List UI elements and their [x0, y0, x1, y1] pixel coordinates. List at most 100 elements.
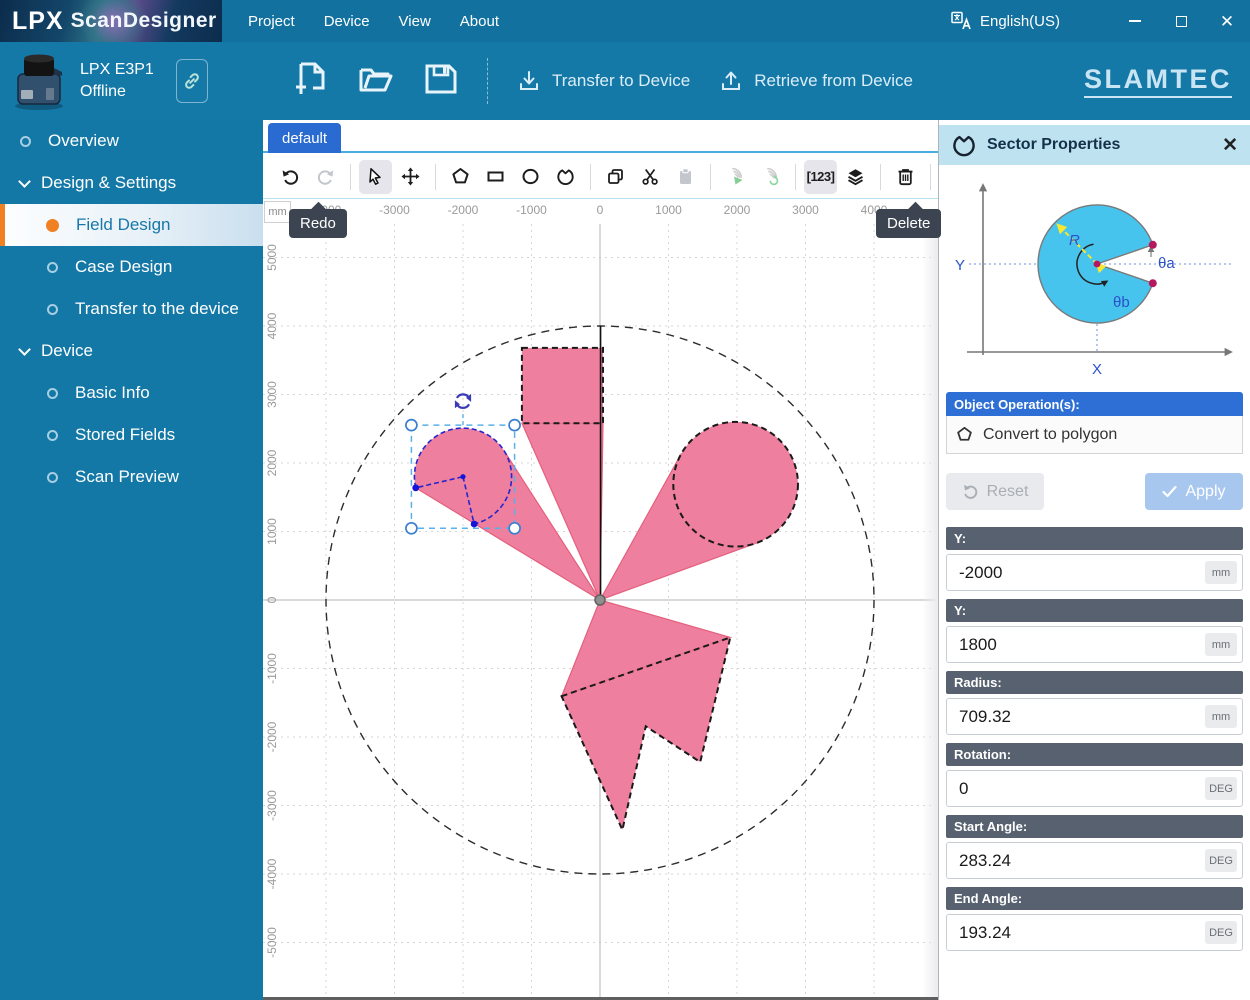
select-tool-button[interactable]	[359, 160, 392, 194]
reset-icon	[962, 483, 979, 500]
lidar-device-image	[8, 50, 70, 112]
sidebar-item-label: Basic Info	[75, 383, 150, 403]
connect-device-button[interactable]	[176, 59, 208, 103]
diagram-label-theta-a: θa	[1158, 255, 1175, 272]
menu-item-view[interactable]: View	[399, 13, 431, 30]
selection-handle[interactable]	[406, 420, 417, 431]
field-value: 709.32	[959, 707, 1205, 727]
sidebar-item-scan-preview[interactable]: Scan Preview	[0, 456, 263, 498]
field-plot[interactable]: 500040003000200010000-1000-2000-3000-400…	[263, 224, 938, 1000]
cut-button[interactable]	[634, 160, 667, 194]
selection-handle[interactable]	[406, 523, 417, 534]
h-ruler-label: 3000	[784, 203, 828, 217]
app-logo: LPX ScanDesigner	[0, 0, 222, 42]
close-button[interactable]: ✕	[1204, 0, 1250, 42]
start-scan-button[interactable]	[719, 160, 752, 194]
new-project-button[interactable]	[293, 60, 329, 103]
field-input[interactable]: 0DEG	[946, 770, 1243, 807]
horizontal-ruler: mm -4000-3000-2000-100001000200030004000	[263, 200, 938, 224]
bullet-ring-icon	[47, 262, 58, 273]
retrieve-from-device-button[interactable]: Retrieve from Device	[718, 68, 913, 94]
reset-button[interactable]: Reset	[946, 473, 1044, 510]
field-input[interactable]: 1800mm	[946, 626, 1243, 663]
sector-vertex-dot[interactable]	[460, 474, 465, 479]
panel-header: Sector Properties ✕	[939, 125, 1250, 165]
menu-item-device[interactable]: Device	[324, 13, 370, 30]
property-fields: Y:-2000mmY:1800mmRadius:709.32mmRotation…	[946, 527, 1243, 951]
selection-handle[interactable]	[509, 523, 520, 534]
delete-tooltip: Delete	[876, 209, 941, 238]
selection-handle[interactable]	[509, 420, 520, 431]
copy-button[interactable]	[599, 160, 632, 194]
redo-button[interactable]	[309, 160, 342, 194]
rectangle-field[interactable]	[522, 348, 603, 423]
property-field-start-angle-: Start Angle:283.24DEG	[946, 815, 1243, 879]
sidebar-item-field-design[interactable]: Field Design	[0, 204, 263, 246]
transfer-to-device-button[interactable]: Transfer to Device	[516, 68, 690, 94]
field-unit-badge: mm	[1205, 561, 1237, 584]
selected-dot-icon	[46, 219, 59, 232]
field-input[interactable]: -2000mm	[946, 554, 1243, 591]
rectangle-tool-button[interactable]	[479, 160, 512, 194]
language-selector[interactable]: English(US)	[951, 11, 1060, 31]
circle-field[interactable]	[673, 422, 798, 547]
sector-vertex-dot[interactable]	[471, 521, 478, 528]
sidebar-nav: Overview Design & Settings Field DesignCas…	[0, 120, 263, 1000]
sidebar-item-overview[interactable]: Overview	[0, 120, 263, 162]
delete-button[interactable]	[889, 160, 922, 194]
field-input[interactable]: 193.24DEG	[946, 914, 1243, 951]
sector-tool-button[interactable]	[549, 160, 582, 194]
menu-bar: Project Device View About	[248, 13, 499, 30]
sidebar-item-stored-fields[interactable]: Stored Fields	[0, 414, 263, 456]
move-tool-button[interactable]	[394, 160, 427, 194]
circle-tool-button[interactable]	[514, 160, 547, 194]
panel-close-icon[interactable]: ✕	[1222, 134, 1238, 157]
bullet-ring-icon	[47, 472, 58, 483]
v-ruler-label: -1000	[265, 653, 279, 684]
rescan-button[interactable]	[754, 160, 787, 194]
layers-button[interactable]	[839, 160, 872, 194]
h-ruler-label: 0	[578, 203, 622, 217]
show-coordinates-button[interactable]: [123]	[804, 160, 837, 194]
app-window: LPX ScanDesigner ProjectDeviceViewAbout …	[0, 0, 1250, 1000]
field-input[interactable]: 283.24DEG	[946, 842, 1243, 879]
diagram-label-r: R	[1069, 232, 1080, 249]
sector-vertex-dot[interactable]	[412, 484, 419, 491]
save-button[interactable]	[423, 60, 459, 103]
sidebar-item-basic-info[interactable]: Basic Info	[0, 372, 263, 414]
menu-item-project[interactable]: Project	[248, 13, 295, 30]
sidebar-item-label: Overview	[48, 131, 119, 151]
sidebar-item-label: Design & Settings	[41, 173, 176, 193]
sidebar-item-design-settings[interactable]: Design & Settings	[0, 162, 263, 204]
field-value: -2000	[959, 563, 1205, 583]
sidebar-item-label: Scan Preview	[75, 467, 179, 487]
sector-properties-panel: Sector Properties ✕ R Y X θa θ	[938, 120, 1250, 1000]
field-label: Y:	[946, 599, 1243, 622]
undo-button[interactable]	[274, 160, 307, 194]
canvas-plot-svg[interactable]: 500040003000200010000-1000-2000-3000-400…	[263, 224, 938, 1000]
field-unit-badge: mm	[1205, 633, 1237, 656]
v-ruler-label: 1000	[265, 518, 279, 545]
apply-button[interactable]: Apply	[1145, 473, 1243, 510]
polygon-tool-button[interactable]	[444, 160, 477, 194]
sector-diagram: R Y X θa θb	[945, 169, 1245, 383]
bullet-ring-icon	[20, 136, 31, 147]
sidebar-item-transfer-to-the-device[interactable]: Transfer to the device	[0, 288, 263, 330]
paste-button[interactable]	[669, 160, 702, 194]
v-ruler-label: 2000	[265, 449, 279, 476]
field-unit-badge: DEG	[1205, 849, 1237, 872]
maximize-button[interactable]	[1158, 0, 1204, 42]
convert-to-polygon-button[interactable]: Convert to polygon	[946, 416, 1243, 454]
field-input[interactable]: 709.32mm	[946, 698, 1243, 735]
sector-icon	[951, 132, 977, 158]
open-project-button[interactable]	[357, 60, 395, 103]
sidebar-item-case-design[interactable]: Case Design	[0, 246, 263, 288]
check-icon	[1162, 485, 1177, 498]
tab-default[interactable]: default	[268, 123, 341, 153]
sidebar-item-device[interactable]: Device	[0, 330, 263, 372]
logo-text-lpx: LPX	[12, 7, 64, 36]
rotate-handle-icon[interactable]	[455, 394, 471, 408]
minimize-button[interactable]	[1112, 0, 1158, 42]
menu-item-about[interactable]: About	[460, 13, 499, 30]
translate-icon	[951, 11, 972, 31]
